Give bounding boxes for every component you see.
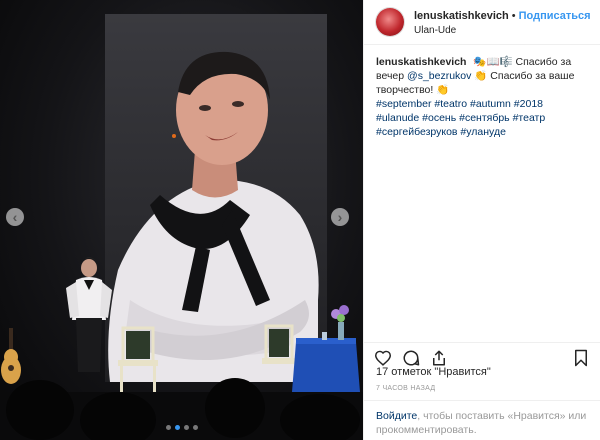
post-sidebar: lenuskatishkevich • Подписаться Ulan-Ude l… — [363, 0, 600, 440]
caption-text-2: 👏 Спасибо за ваше творчество! 👏 — [376, 70, 575, 96]
stage-chair-right — [262, 324, 296, 364]
post-timestamp[interactable]: 7 ЧАСОВ НАЗАД — [376, 385, 435, 392]
chevron-left-icon: ‹ — [12, 209, 18, 225]
post-header: lenuskatishkevich • Подписаться Ulan-Ude — [364, 0, 600, 45]
stage-chair-left — [118, 326, 158, 392]
likes-count[interactable]: 17 отметок "Нравится" — [376, 366, 491, 378]
hashtag-link[interactable]: #осень — [422, 111, 456, 125]
carousel-dot — [165, 425, 171, 430]
hashtag-link[interactable]: #сентябрь — [459, 111, 510, 125]
heart-icon — [374, 350, 392, 366]
carousel-dot — [174, 425, 180, 430]
login-prompt: Войдите, чтобы поставить «Нравится» или … — [364, 400, 600, 440]
location-link[interactable]: Ulan-Ude — [414, 25, 591, 36]
hashtag-link[interactable]: #ulanude — [376, 111, 419, 125]
previous-slide-button[interactable]: ‹ — [6, 208, 24, 226]
caption-username[interactable]: lenuskatishkevich — [376, 56, 466, 68]
login-link[interactable]: Войдите — [376, 410, 417, 422]
carousel-indicator — [0, 425, 363, 430]
next-slide-button[interactable]: › — [331, 208, 349, 226]
hashtag-link[interactable]: #2018 — [514, 97, 543, 111]
separator-dot: • — [511, 9, 516, 22]
hashtag-link[interactable]: #teatro — [434, 97, 467, 111]
hashtag-link[interactable]: #september — [376, 97, 431, 111]
post-media[interactable]: ‹ › — [0, 0, 363, 440]
follow-button[interactable]: Подписаться — [519, 10, 591, 22]
hashtag-link[interactable]: #сергейбезруков — [376, 125, 458, 139]
guitar — [1, 328, 21, 384]
carousel-dot — [183, 425, 189, 430]
hashtag-list: #september #teatro #autumn #2018 #ulanud… — [376, 97, 588, 139]
comment-icon — [403, 350, 420, 366]
mention-link[interactable]: @s_bezrukov — [407, 70, 471, 82]
hashtag-link[interactable]: #autumn — [470, 97, 511, 111]
post-caption: lenuskatishkevich 🎭📖🎼 Спасибо за вечер @… — [364, 45, 600, 139]
carousel-dot — [192, 425, 198, 430]
hashtag-link[interactable]: #театр — [513, 111, 546, 125]
hashtag-link[interactable]: #улануде — [460, 125, 506, 139]
share-icon — [433, 350, 445, 365]
bookmark-icon — [575, 349, 587, 366]
username-link[interactable]: lenuskatishkevich — [414, 10, 509, 22]
author-info: lenuskatishkevich • Подписаться Ulan-Ude — [414, 9, 591, 36]
avatar[interactable] — [376, 8, 404, 36]
chevron-right-icon: › — [337, 209, 343, 225]
stage-performer — [66, 257, 112, 372]
concert-photo — [0, 51, 363, 440]
save-button[interactable] — [570, 347, 592, 369]
